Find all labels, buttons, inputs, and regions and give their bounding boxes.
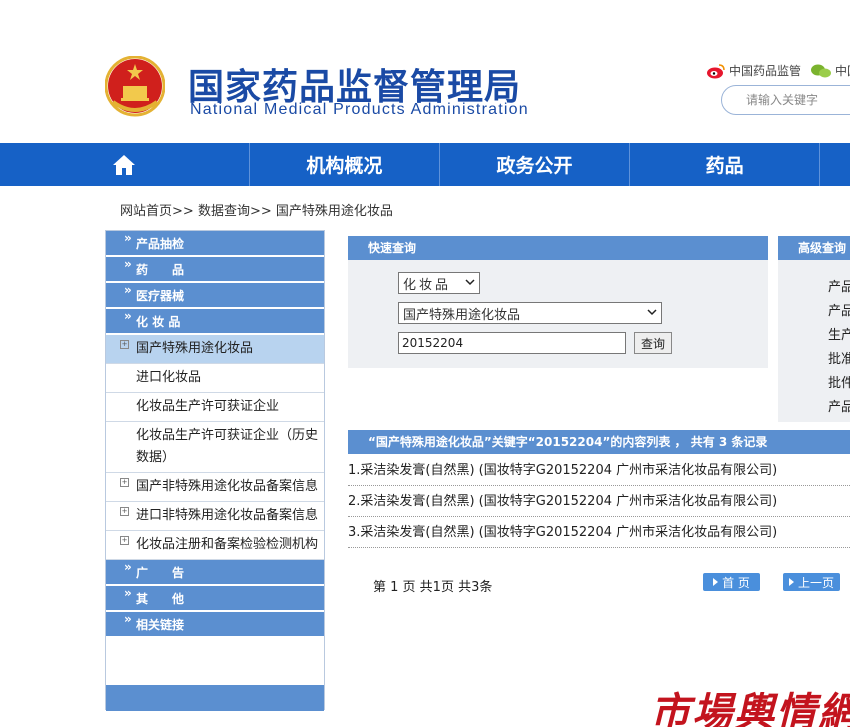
sidebar-item-imported[interactable]: 进口化妆品 (106, 364, 324, 393)
chevron-icon: » (124, 560, 132, 574)
sidebar-section-devices[interactable]: » 医疗器械 (106, 283, 324, 309)
wechat-icon (811, 64, 831, 77)
wechat-link[interactable]: 中国 (810, 62, 850, 79)
sidebar: » 产品抽检 » 药 品 » 医疗器械 » 化 妆 品 + 国产特殊用途化妆品 进口化妆品… (105, 230, 325, 711)
category-select-value: 化妆品 (403, 277, 452, 293)
sidebar-item-label: 国产非特殊用途化妆品备案信息 (136, 479, 319, 494)
wechat-label: 中国 (835, 64, 850, 78)
advanced-field-label: 批准 (828, 352, 850, 367)
sidebar-item-domestic-special[interactable]: + 国产特殊用途化妆品 (106, 335, 324, 364)
sidebar-item-label: 进口化妆品 (136, 370, 202, 385)
chevron-icon: » (124, 283, 132, 297)
prev-page-label: 上一页 (797, 575, 834, 590)
chevron-down-icon (465, 279, 475, 286)
breadcrumb-sep: >> (249, 204, 272, 219)
site-header: 国家药品监督管理局 National Medical Products Admi… (0, 0, 850, 143)
chevron-icon: » (124, 309, 132, 323)
sidebar-item-testing-institutions[interactable]: + 化妆品注册和备案检验检测机构 (106, 531, 324, 560)
expand-box-icon: + (120, 340, 129, 349)
play-icon (713, 578, 719, 586)
national-emblem-icon (105, 56, 165, 117)
nav-drugs[interactable]: 药品 (630, 143, 821, 186)
home-icon (113, 154, 136, 175)
advanced-field-label: 产品 (828, 400, 850, 415)
sidebar-section-label: 广 告 (136, 566, 185, 580)
quick-search-panel: 快速查询 化妆品 国产特殊用途化妆品 查询 (348, 236, 768, 368)
weibo-label: 中国药品监管 (729, 64, 802, 78)
sidebar-item-domestic-nonspecial[interactable]: + 国产非特殊用途化妆品备案信息 (106, 473, 324, 502)
prev-page-button[interactable]: 上一页 (783, 573, 840, 591)
chevron-icon: » (124, 257, 132, 271)
expand-box-icon: + (120, 478, 129, 487)
database-select[interactable]: 国产特殊用途化妆品 (398, 302, 662, 324)
sidebar-section-sampling[interactable]: » 产品抽检 (106, 231, 324, 257)
breadcrumb-current: 国产特殊用途化妆品 (275, 204, 393, 219)
weibo-link[interactable]: 中国药品监管 (706, 62, 801, 79)
site-search-box[interactable] (721, 85, 850, 115)
sidebar-section-cosmetics[interactable]: » 化 妆 品 (106, 309, 324, 335)
keyword-input[interactable] (398, 332, 626, 354)
database-select-value: 国产特殊用途化妆品 (403, 307, 521, 323)
sidebar-item-licensed-companies-history[interactable]: 化妆品生产许可获证企业（历史数据） (106, 422, 324, 473)
result-row[interactable]: 1.采洁染发膏(自然黑) (国妆特字G20152204 广州市采洁化妆品有限公司… (348, 456, 850, 486)
chevron-down-icon (647, 309, 657, 316)
sidebar-section-other[interactable]: » 其 他 (106, 586, 324, 612)
sidebar-section-label: 其 他 (136, 592, 185, 606)
first-page-button[interactable]: 首 页 (703, 573, 760, 591)
advanced-field-label: 生产 (828, 328, 850, 343)
sidebar-section-drugs[interactable]: » 药 品 (106, 257, 324, 283)
result-row[interactable]: 3.采洁染发膏(自然黑) (国妆特字G20152204 广州市采洁化妆品有限公司… (348, 518, 850, 548)
watermark-logo: 市場輿情網 (650, 689, 850, 727)
breadcrumb-sep: >> (172, 204, 194, 219)
site-title-en: National Medical Products Administration (190, 101, 529, 118)
nav-institution[interactable]: 机构概况 (250, 143, 440, 186)
quick-search-title: 快速查询 (348, 236, 768, 260)
expand-box-icon: + (120, 536, 129, 545)
sidebar-footer-bar (106, 685, 324, 711)
query-button[interactable]: 查询 (634, 332, 672, 354)
pager-summary: 第 1 页 共1页 共3条 (373, 580, 493, 595)
sidebar-item-licensed-companies[interactable]: 化妆品生产许可获证企业 (106, 393, 324, 422)
advanced-search-title: 高级查询 (778, 236, 850, 260)
expand-box-icon: + (120, 507, 129, 516)
site-search-input[interactable] (746, 86, 850, 114)
chevron-icon: » (124, 586, 132, 600)
sidebar-item-label: 化妆品生产许可获证企业（历史数据） (136, 428, 319, 465)
advanced-search-panel: 高级查询 产品 产品 生产 批准 批件 产品 (778, 236, 850, 422)
nav-more[interactable] (820, 143, 850, 186)
sidebar-section-label: 产品抽检 (136, 237, 185, 251)
category-select[interactable]: 化妆品 (398, 272, 480, 294)
breadcrumb-data-query[interactable]: 数据查询 (198, 204, 250, 219)
sidebar-item-label: 化妆品生产许可获证企业 (136, 399, 280, 414)
sidebar-section-label: 医疗器械 (136, 289, 185, 303)
sidebar-section-label: 相关链接 (136, 618, 185, 632)
sidebar-item-label: 化妆品注册和备案检验检测机构 (136, 537, 319, 552)
advanced-field-label: 产品 (828, 304, 850, 319)
sidebar-item-label: 进口非特殊用途化妆品备案信息 (136, 508, 319, 523)
main-nav: 机构概况 政务公开 药品 (0, 143, 850, 186)
sidebar-item-label: 国产特殊用途化妆品 (136, 341, 254, 356)
advanced-field-label: 产品 (828, 280, 850, 295)
sidebar-section-label: 化 妆 品 (136, 315, 181, 329)
advanced-field-label: 批件 (828, 376, 850, 391)
chevron-icon: » (124, 231, 132, 245)
sidebar-section-label: 药 品 (136, 263, 185, 277)
weibo-icon (707, 63, 725, 78)
breadcrumb: 网站首页>> 数据查询>> 国产特殊用途化妆品 (120, 200, 393, 219)
nav-home[interactable] (0, 143, 250, 186)
sidebar-item-imported-nonspecial[interactable]: + 进口非特殊用途化妆品备案信息 (106, 502, 324, 531)
sidebar-section-links[interactable]: » 相关链接 (106, 612, 324, 638)
nav-government-affairs[interactable]: 政务公开 (440, 143, 631, 186)
sidebar-section-ads[interactable]: » 广 告 (106, 560, 324, 586)
result-row[interactable]: 2.采洁染发膏(自然黑) (国妆特字G20152204 广州市采洁化妆品有限公司… (348, 487, 850, 517)
results-header: “国产特殊用途化妆品”关键字“20152204”的内容列表 ， 共有 3 条记录 (348, 430, 850, 454)
first-page-label: 首 页 (722, 575, 750, 590)
play-icon (788, 578, 794, 586)
breadcrumb-home[interactable]: 网站首页 (120, 204, 172, 219)
chevron-icon: » (124, 612, 132, 626)
